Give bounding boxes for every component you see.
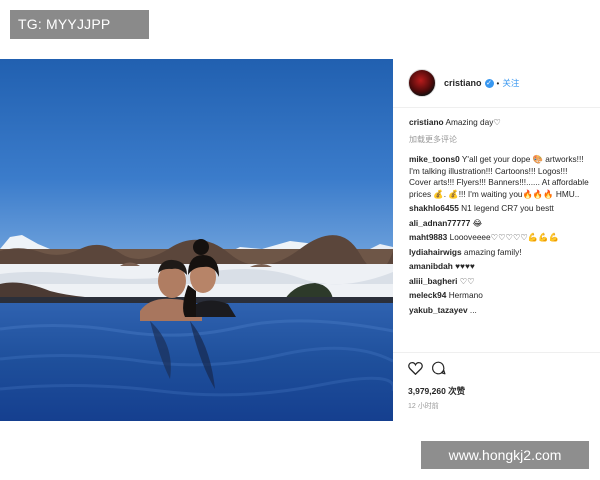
comment-item: aliii_bagheri ♡♡ — [409, 276, 591, 288]
comment-text: 😂 — [472, 217, 483, 228]
caption: cristiano Amazing day♡ — [409, 117, 591, 129]
comment-username[interactable]: meleck94 — [409, 290, 446, 300]
comment-item: yakub_tazayev ... — [409, 305, 591, 317]
comment-username[interactable]: aliii_bagheri — [409, 276, 457, 286]
header-username[interactable]: cristiano — [444, 78, 482, 88]
bottom-watermark: www.hongkj2.com — [421, 441, 589, 469]
post-timestamp: 12 小时前 — [408, 403, 439, 410]
comment-item: mike_toons0 Y'all get your dope 🎨 artwor… — [409, 154, 591, 200]
post-actions: 3,979,260 次赞 12 小时前 — [393, 352, 600, 422]
comment-item: amanibdah ♥♥♥♥ — [409, 261, 591, 273]
comment-icon[interactable] — [431, 361, 446, 375]
comment-text: Loooveeee♡♡♡♡♡💪💪💪 — [449, 232, 559, 242]
verified-badge-icon: ✓ — [484, 78, 494, 88]
post-photo[interactable] — [0, 59, 393, 421]
comment-item: maht9883 Loooveeee♡♡♡♡♡💪💪💪 — [409, 232, 591, 244]
hot-spring-scene — [0, 59, 393, 421]
comment-username[interactable]: yakub_tazayev — [409, 305, 468, 315]
comment-username[interactable]: lydiahairwigs — [409, 247, 462, 257]
avatar[interactable] — [408, 69, 436, 97]
comment-username[interactable]: amanibdah — [409, 261, 453, 271]
follow-button[interactable]: 关注 — [502, 77, 519, 89]
comment-text: N1 legend CR7 you bestt — [461, 203, 554, 213]
caption-username[interactable]: cristiano — [409, 117, 444, 127]
top-watermark-banner: TG: MYYJJPP — [10, 10, 149, 39]
comment-text: ♥♥♥♥ — [455, 261, 475, 271]
likes-count[interactable]: 3,979,260 次赞 — [408, 385, 465, 397]
comment-username[interactable]: ali_adnan77777 — [409, 218, 470, 228]
comment-text: ♡♡ — [459, 275, 475, 286]
comment-text: amazing family! — [463, 246, 522, 257]
post-side-panel: cristiano ✓ • 关注 cristiano Amazing day♡ … — [393, 59, 600, 422]
separator-dot: • — [496, 78, 500, 88]
caption-text: Amazing day♡ — [445, 117, 501, 127]
comment-username[interactable]: mike_toons0 — [409, 154, 460, 164]
comment-item: shakhlo6455 N1 legend CR7 you bestt — [409, 203, 591, 215]
post-header: cristiano ✓ • 关注 — [393, 59, 600, 108]
comment-item: lydiahairwigs amazing family! — [409, 247, 591, 259]
comment-username[interactable]: shakhlo6455 — [409, 203, 459, 213]
load-more-comments-link[interactable]: 加载更多评论 — [409, 134, 591, 146]
heart-icon[interactable] — [408, 361, 423, 375]
comment-item: meleck94 Hermano — [409, 290, 591, 302]
comment-username[interactable]: maht9883 — [409, 232, 447, 242]
comment-text: ... — [469, 304, 477, 315]
comment-item: ali_adnan77777 😂 — [409, 218, 591, 230]
comment-text: Hermano — [448, 290, 483, 300]
